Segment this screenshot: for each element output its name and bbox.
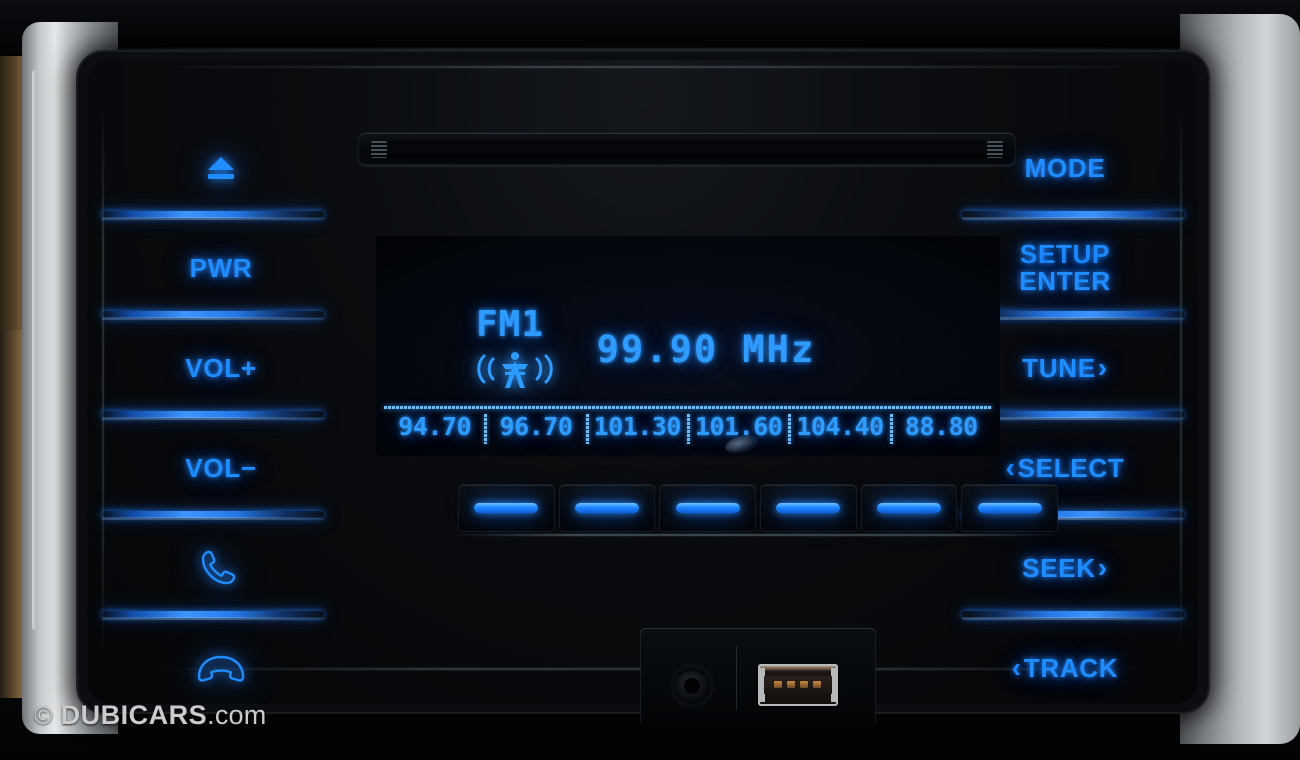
- head-unit-faceplate: PWR VOL+ VOL− MODE SETUP ENTER TUNE › ‹ …: [88, 60, 1198, 724]
- frequency-readout: 99.90 MHz: [596, 328, 816, 371]
- eject-button[interactable]: [102, 118, 336, 220]
- setup-line: SETUP: [1019, 239, 1111, 270]
- usb-pin-4: [813, 681, 821, 688]
- volume-down-button[interactable]: VOL−: [102, 418, 336, 520]
- preset-led-3: [675, 503, 740, 513]
- center-console-scene: PWR VOL+ VOL− MODE SETUP ENTER TUNE › ‹ …: [0, 0, 1300, 760]
- key-divider-bar: [102, 211, 324, 220]
- mode-button-label: MODE: [1024, 152, 1106, 183]
- preset-button-1[interactable]: [458, 484, 555, 532]
- seek-text: SEEK: [1022, 552, 1096, 583]
- volume-up-label: VOL+: [185, 352, 257, 383]
- usb-shell-right: [831, 668, 838, 702]
- mode-button[interactable]: MODE: [950, 118, 1184, 220]
- chevron-left-icon: ‹: [1005, 452, 1016, 483]
- preset-button-5[interactable]: [860, 484, 958, 532]
- key-divider-bar: [102, 411, 324, 420]
- preset-led-5: [877, 503, 942, 513]
- volume-up-button[interactable]: VOL+: [102, 318, 336, 420]
- cd-slot[interactable]: [358, 132, 1016, 166]
- power-button[interactable]: PWR: [102, 218, 336, 320]
- preset-frequency-list: 94.70 96.70 101.30 101.60 104.40 88.80: [384, 412, 992, 444]
- seek-button-label: SEEK ›: [1022, 554, 1108, 582]
- key-divider-bar: [102, 311, 324, 320]
- preset-led-2: [575, 503, 639, 513]
- phone-call-button[interactable]: [102, 518, 336, 620]
- preset-led-6: [977, 503, 1042, 513]
- preset-led-1: [474, 503, 539, 513]
- preset-frequency-3[interactable]: 101.30: [585, 412, 688, 444]
- preset-frequency-2[interactable]: 96.70: [484, 412, 586, 444]
- track-button[interactable]: ‹ TRACK: [950, 618, 1180, 718]
- preset-frequency-6[interactable]: 88.80: [889, 412, 992, 444]
- dashboard-upper-panel: [0, 0, 1300, 56]
- faceplate-highlight-right: [1180, 100, 1182, 660]
- copyright-symbol: ©: [34, 702, 53, 730]
- preset-row-underline: [448, 534, 1066, 536]
- usb-pin-3: [800, 681, 808, 688]
- chevron-left-icon: ‹: [1011, 652, 1022, 683]
- watermark-brand: DUBICARS: [60, 700, 208, 730]
- usb-pin-1: [774, 681, 782, 688]
- usb-port[interactable]: [758, 664, 838, 706]
- power-button-label: PWR: [189, 252, 253, 283]
- media-port-panel: [640, 628, 876, 724]
- port-divider: [736, 646, 737, 710]
- head-unit: PWR VOL+ VOL− MODE SETUP ENTER TUNE › ‹ …: [78, 52, 1208, 724]
- phone-call-icon: [199, 547, 243, 589]
- key-divider-bar: [102, 511, 324, 520]
- enter-line: ENTER: [1019, 266, 1111, 296]
- watermark-tld: .com: [207, 700, 267, 730]
- tune-text: TUNE: [1022, 352, 1096, 383]
- watermark: © DUBICARS.com: [34, 700, 266, 731]
- select-text: SELECT: [1017, 452, 1125, 483]
- cd-slot-mouth: [369, 141, 1005, 158]
- cd-slot-grip-left: [371, 141, 387, 158]
- preset-led-4: [776, 503, 841, 513]
- left-key-column: PWR VOL+ VOL−: [102, 118, 336, 718]
- preset-button-3[interactable]: [659, 484, 757, 532]
- usb-pin-2: [787, 681, 795, 688]
- key-divider-bar: [962, 611, 1184, 620]
- track-button-label: ‹ TRACK: [1012, 654, 1119, 682]
- key-divider-bar: [962, 211, 1184, 220]
- faceplate-highlight-left: [102, 100, 104, 660]
- preset-frequency-5[interactable]: 104.40: [788, 412, 890, 444]
- tune-button-label: TUNE ›: [1022, 354, 1108, 382]
- aux-jack[interactable]: [674, 668, 710, 704]
- preset-button-row: [458, 484, 1059, 532]
- preset-button-6[interactable]: [961, 484, 1059, 532]
- chevron-right-icon: ›: [1097, 552, 1108, 583]
- preset-frequency-1[interactable]: 94.70: [384, 412, 485, 441]
- key-divider-bar: [102, 611, 324, 620]
- chevron-right-icon: ›: [1097, 352, 1108, 383]
- radio-display-screen: FM1 99.90 MHz 94.70 96.70 101.30 101.60 …: [376, 236, 1000, 456]
- eject-icon: [201, 153, 241, 183]
- seek-button[interactable]: SEEK ›: [950, 518, 1184, 620]
- faceplate-highlight-top: [128, 66, 1178, 68]
- preset-divider-rule: [384, 406, 992, 409]
- track-text: TRACK: [1023, 652, 1119, 683]
- phone-hangup-icon: [195, 652, 247, 684]
- preset-button-4[interactable]: [760, 484, 857, 532]
- select-button-label: ‹ SELECT: [1006, 454, 1125, 482]
- volume-down-label: VOL−: [185, 452, 257, 483]
- setup-enter-label: SETUP ENTER: [1019, 241, 1111, 294]
- preset-button-2[interactable]: [558, 484, 656, 532]
